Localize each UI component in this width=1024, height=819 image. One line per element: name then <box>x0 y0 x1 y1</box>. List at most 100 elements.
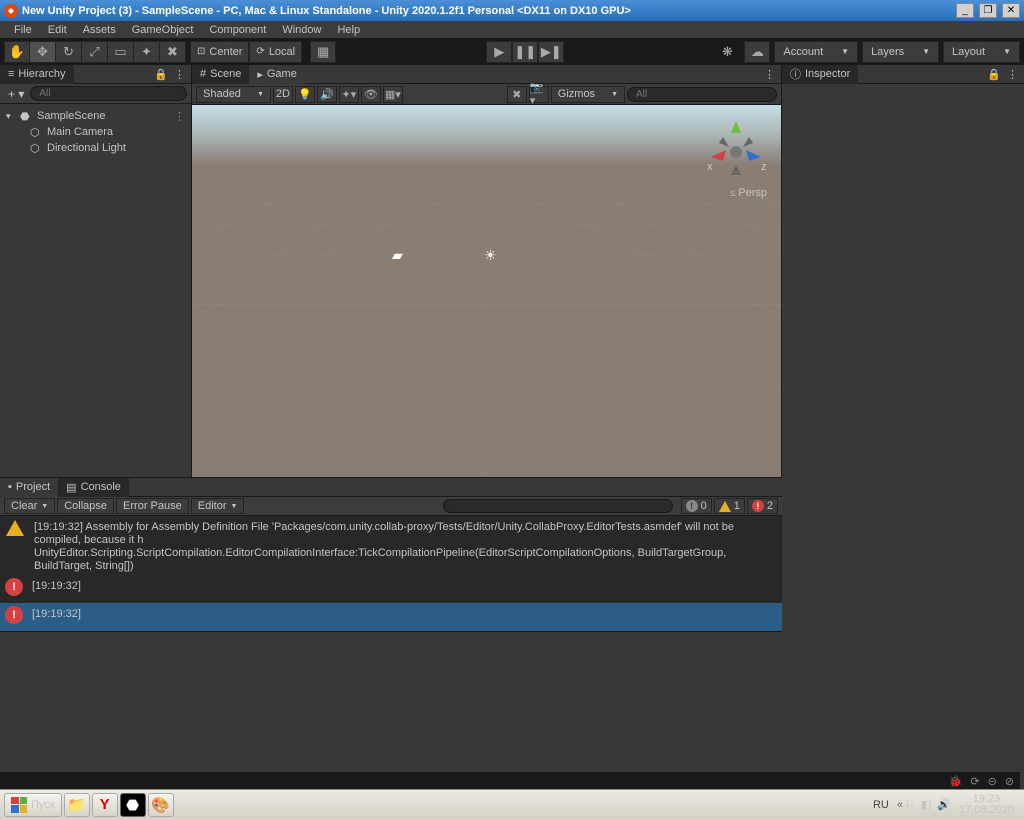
scene-viewport[interactable]: x z ≤ Persp ▰ ☀ <box>192 105 781 477</box>
scene-options-icon[interactable]: ⋮ <box>174 110 185 123</box>
hand-tool[interactable]: ✋ <box>4 41 30 63</box>
orientation-gizmo[interactable]: x z <box>701 115 771 185</box>
hierarchy-scene-row[interactable]: ▾ ⬣ SampleScene ⋮ <box>0 108 191 124</box>
camera-settings[interactable]: 📷▾ <box>529 86 549 103</box>
lock-icon[interactable]: 🔒 <box>154 68 168 81</box>
menu-window[interactable]: Window <box>274 23 329 37</box>
autosave-icon[interactable]: ⟳ <box>970 775 979 788</box>
error-filter[interactable]: !2 <box>747 498 778 514</box>
light-gizmo-icon[interactable]: ☀ <box>484 247 497 264</box>
projection-label[interactable]: ≤ Persp <box>730 187 767 199</box>
move-tool[interactable]: ✥ <box>30 41 56 63</box>
transform-tools: ✋ ✥ ↻ ⤢ ▭ ✦ ✖ <box>4 41 186 63</box>
console-tab[interactable]: ▤ Console <box>58 478 129 497</box>
hidden-toggle[interactable]: 👁 <box>361 86 381 103</box>
rotate-tool[interactable]: ↻ <box>56 41 82 63</box>
audio-toggle[interactable]: 🔊 <box>317 86 337 103</box>
warning-filter[interactable]: 1 <box>714 498 745 514</box>
collab-icon[interactable]: ❋ <box>714 41 740 63</box>
status-icon[interactable]: ⊝ <box>988 775 997 788</box>
scene-tab[interactable]: # Scene <box>192 65 249 84</box>
tray-icon[interactable]: ⚐ <box>905 798 915 811</box>
lock-icon[interactable]: 🔒 <box>987 68 1001 81</box>
hierarchy-item-directional-light[interactable]: ⬡ Directional Light <box>0 140 191 156</box>
info-filter[interactable]: !0 <box>681 498 712 514</box>
menu-bar: File Edit Assets GameObject Component Wi… <box>0 21 1024 38</box>
taskbar-explorer[interactable]: 📁 <box>64 793 90 817</box>
unity-icon: ⬣ <box>20 110 33 123</box>
taskbar-paint[interactable]: 🎨 <box>148 793 174 817</box>
fx-toggle[interactable]: ✦▾ <box>339 86 359 103</box>
account-dropdown[interactable]: Account▼ <box>774 41 858 63</box>
svg-text:x: x <box>707 161 713 173</box>
system-tray[interactable]: ⚐ ◧ 🔊 <box>905 798 951 811</box>
console-search-input[interactable] <box>443 499 673 513</box>
tab-options-icon[interactable]: ⋮ <box>174 68 185 81</box>
step-button[interactable]: ▶❚ <box>538 41 564 63</box>
start-button[interactable]: Пуск <box>4 793 62 817</box>
menu-edit[interactable]: Edit <box>40 23 75 37</box>
project-tab[interactable]: ▪ Project <box>0 478 58 497</box>
console-panel: ▪ Project ▤ Console Clear ▼ Collapse Err… <box>0 477 782 777</box>
bug-icon[interactable]: 🐞 <box>949 775 963 788</box>
2d-toggle[interactable]: 2D <box>273 86 293 103</box>
layout-dropdown[interactable]: Layout▼ <box>943 41 1020 63</box>
transform-tool[interactable]: ✦ <box>134 41 160 63</box>
inspector-tab[interactable]: ⓘ Inspector <box>782 65 858 84</box>
hierarchy-tree[interactable]: ▾ ⬣ SampleScene ⋮ ⬡ Main Camera ⬡ Direct… <box>0 104 191 477</box>
lighting-toggle[interactable]: 💡 <box>295 86 315 103</box>
error-pause-toggle[interactable]: Error Pause <box>116 498 189 514</box>
hierarchy-item-main-camera[interactable]: ⬡ Main Camera <box>0 124 191 140</box>
rect-tool[interactable]: ▭ <box>108 41 134 63</box>
hierarchy-search-input[interactable] <box>30 86 187 101</box>
close-button[interactable]: ✕ <box>1002 3 1020 18</box>
custom-tool[interactable]: ✖ <box>160 41 186 63</box>
taskbar-unity[interactable]: ⬣ <box>120 793 146 817</box>
gameobject-icon: ⬡ <box>30 142 43 155</box>
menu-help[interactable]: Help <box>329 23 368 37</box>
tray-icon[interactable]: ◧ <box>921 798 931 811</box>
collapse-toggle[interactable]: Collapse <box>57 498 114 514</box>
console-entry[interactable]: ! [19:19:32] <box>0 575 782 603</box>
shading-dropdown[interactable]: Shaded▼ <box>196 86 271 103</box>
language-indicator[interactable]: RU <box>873 799 889 811</box>
taskbar-clock[interactable]: 19:23 17.08.2020 <box>959 794 1014 816</box>
camera-gizmo-icon[interactable]: ▰ <box>392 247 403 264</box>
window-title: New Unity Project (3) - SampleScene - PC… <box>22 5 631 17</box>
menu-assets[interactable]: Assets <box>75 23 124 37</box>
expand-arrow-icon[interactable]: ▾ <box>6 111 16 122</box>
taskbar-yandex[interactable]: Y <box>92 793 118 817</box>
pivot-center-toggle[interactable]: ⊡Center <box>190 41 249 63</box>
play-button[interactable]: ▶ <box>486 41 512 63</box>
gizmos-dropdown[interactable]: Gizmos▼ <box>551 86 625 103</box>
tray-expand-icon[interactable]: « <box>897 799 903 811</box>
menu-file[interactable]: File <box>6 23 40 37</box>
tab-options-icon[interactable]: ⋮ <box>764 68 775 81</box>
grid-visibility[interactable]: ▦▾ <box>383 86 403 103</box>
status-ok-icon[interactable]: ⊘ <box>1005 775 1014 788</box>
pause-button[interactable]: ❚❚ <box>512 41 538 63</box>
scale-tool[interactable]: ⤢ <box>82 41 108 63</box>
editor-dropdown[interactable]: Editor ▼ <box>191 498 245 514</box>
tools-icon[interactable]: ✖ <box>507 86 527 103</box>
cloud-button[interactable]: ☁ <box>744 41 770 63</box>
hierarchy-panel: ≡ Hierarchy 🔒 ⋮ + ▾ ▾ ⬣ SampleScene ⋮ ⬡ M… <box>0 65 192 477</box>
create-dropdown[interactable]: + ▾ <box>4 87 28 101</box>
pivot-local-toggle[interactable]: ⟳Local <box>249 41 302 63</box>
clear-button[interactable]: Clear ▼ <box>4 498 55 514</box>
menu-gameobject[interactable]: GameObject <box>124 23 202 37</box>
game-tab[interactable]: ▸ Game <box>249 65 305 84</box>
snap-grid-button[interactable]: ▦ <box>310 41 336 63</box>
windows-taskbar: Пуск 📁 Y ⬣ 🎨 RU « ⚐ ◧ 🔊 19:23 17.08.2020 <box>0 789 1024 819</box>
console-entry[interactable]: [19:19:32] Assembly for Assembly Definit… <box>0 516 782 575</box>
hierarchy-tab[interactable]: ≡ Hierarchy <box>0 65 74 84</box>
tab-options-icon[interactable]: ⋮ <box>1007 68 1018 81</box>
scene-search-input[interactable] <box>627 87 777 102</box>
console-entry[interactable]: ! [19:19:32] <box>0 603 782 631</box>
menu-component[interactable]: Component <box>201 23 274 37</box>
tray-volume-icon[interactable]: 🔊 <box>937 798 951 811</box>
minimize-button[interactable]: _ <box>956 3 974 18</box>
layers-dropdown[interactable]: Layers▼ <box>862 41 939 63</box>
maximize-button[interactable]: ❐ <box>979 3 997 18</box>
warning-icon <box>6 520 24 536</box>
